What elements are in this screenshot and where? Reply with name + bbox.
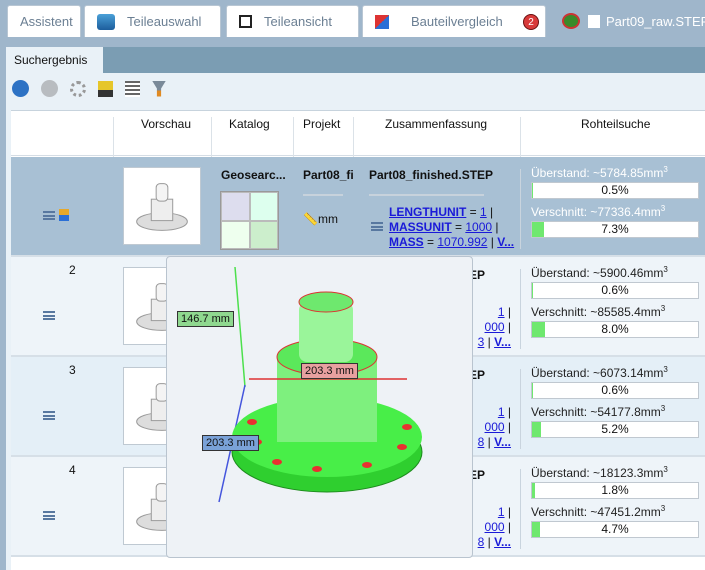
catalog-name: Geosearc... [221,168,286,182]
filter-save-icon[interactable] [152,80,166,97]
prop-value-link[interactable]: 000 [485,420,505,434]
prop-value-link[interactable]: 1 [498,305,505,319]
raw-part-search: Überstand: ~18123.3mm3 1.8% Verschnitt: … [531,465,699,543]
settings-icon[interactable] [70,80,86,97]
col-zusammenfassung[interactable]: Zusammenfassung [385,117,487,131]
cubes-icon [239,15,252,28]
forward-icon[interactable] [41,80,58,97]
overhang-label: Überstand: ~18123.3mm3 [531,465,668,480]
tab-teileauswahl[interactable]: Teileauswahl [84,5,221,37]
table-row[interactable]: Geosearc... Part08_fi 📏mm Part08_finishe… [11,157,705,257]
file-icon [588,14,600,28]
overhang-progress: 0.6% [531,282,699,299]
drag-handle-icon[interactable] [43,411,55,420]
prop-value-link[interactable]: 1 [480,205,487,219]
favorite-save-icon[interactable] [98,80,113,97]
back-icon[interactable] [12,80,29,97]
more-link[interactable]: V... [494,435,511,449]
waste-label: Verschnitt: ~85585.4mm3 [531,304,666,319]
summary-properties: LENGTHUNIT = 1 | MASSUNIT = 1000 | MASS … [389,205,515,249]
overhang-progress: 0.6% [531,382,699,399]
more-link[interactable]: V... [497,235,514,249]
waste-label: Verschnitt: ~77336.4mm3 [531,204,666,219]
waste-label: Verschnitt: ~47451.2mm3 [531,504,666,519]
tab-teileansicht[interactable]: Teileansicht [226,5,359,37]
tab-label: Teileansicht [264,14,332,29]
raw-part-search: Überstand: ~6073.14mm3 0.6% Verschnitt: … [531,365,699,443]
tab-label: Part09_raw.STEP [606,13,705,29]
compare-icon [375,14,389,29]
prop-value-link[interactable]: 000 [485,520,505,534]
row-number: 4 [69,463,76,477]
overhang-label: Überstand: ~5784.85mm3 [531,165,668,180]
3d-preview-popup[interactable]: 146.7 mm 203.3 mm 203.3 mm [166,256,473,558]
drag-handle-icon[interactable] [43,211,55,220]
waste-progress: 4.7% [531,521,699,538]
overhang-label: Überstand: ~6073.14mm3 [531,365,668,380]
raw-part-search: Überstand: ~5784.85mm3 0.5% Verschnitt: … [531,165,699,243]
books-icon [97,13,115,30]
tab-bauteilvergleich[interactable]: Bauteilvergleich 2 [362,5,546,37]
list-icon [371,222,383,231]
waste-label: Verschnitt: ~54177.8mm3 [531,404,666,419]
waste-progress: 8.0% [531,321,699,338]
overhang-progress: 1.8% [531,482,699,499]
overhang-label: Überstand: ~5900.46mm3 [531,265,668,280]
drag-handle-icon[interactable] [43,511,55,520]
pin-top [298,291,354,313]
prop-value-link[interactable]: 1 [498,505,505,519]
search-part-icon [562,13,580,29]
tab-bar: Assistent Teileauswahl Teileansicht Baut… [0,0,705,37]
prop-value-link[interactable]: 000 [485,320,505,334]
prop-key-link[interactable]: MASSUNIT [389,220,452,234]
prop-value-link[interactable]: 8 [478,535,485,549]
height-dimension-label: 146.7 mm [177,311,234,327]
prop-key-link[interactable]: LENGTHUNIT [389,205,466,219]
col-vorschau[interactable]: Vorschau [141,117,191,131]
prop-value-link[interactable]: 3 [478,335,485,349]
part-type-icon [59,209,69,221]
waste-progress: 5.2% [531,421,699,438]
tab-label: Teileauswahl [127,14,202,29]
col-projekt[interactable]: Projekt [303,117,340,131]
waste-progress: 7.3% [531,221,699,238]
tab-label: Bauteilvergleich [411,14,503,29]
prop-value-link[interactable]: 1000 [465,220,492,234]
col-katalog[interactable]: Katalog [229,117,270,131]
tab-assistent[interactable]: Assistent [7,5,81,37]
y-axis [234,266,246,388]
table-save-icon[interactable] [125,80,140,97]
tab-suchergebnis[interactable]: Suchergebnis [6,47,103,73]
prop-key-link[interactable]: MASS [389,235,424,249]
unit-value: 📏mm [303,212,338,226]
col-rohteilsuche[interactable]: Rohteilsuche [581,117,650,131]
project-name: Part08_fi [303,168,353,182]
prop-value-link[interactable]: 8 [478,435,485,449]
3d-model-view[interactable] [167,257,472,557]
drag-handle-icon[interactable] [43,311,55,320]
notification-badge: 2 [523,13,539,30]
catalog-image[interactable] [220,191,279,250]
raw-part-search: Überstand: ~5900.46mm3 0.6% Verschnitt: … [531,265,699,343]
prop-value-link[interactable]: 1070.992 [437,235,487,249]
overhang-progress: 0.5% [531,182,699,199]
prop-value-link[interactable]: 1 [498,405,505,419]
table-header: Vorschau Katalog Projekt Zusammenfassung… [11,111,705,162]
summary-title: Part08_finished.STEP [369,168,494,182]
unit-label: mm [317,212,338,226]
preview-thumbnail[interactable] [123,167,201,245]
more-link[interactable]: V... [494,535,511,549]
row-number: 2 [69,263,76,277]
toolbar [6,73,705,104]
tab-label: Assistent [20,14,73,29]
depth-dimension-label: 203.3 mm [202,435,259,451]
tab-part09[interactable]: Part09_raw.STEP [550,5,705,37]
row-number: 3 [69,363,76,377]
subtab-bar: Suchergebnis [6,47,705,73]
diameter-dimension-label: 203.3 mm [301,363,358,379]
more-link[interactable]: V... [494,335,511,349]
